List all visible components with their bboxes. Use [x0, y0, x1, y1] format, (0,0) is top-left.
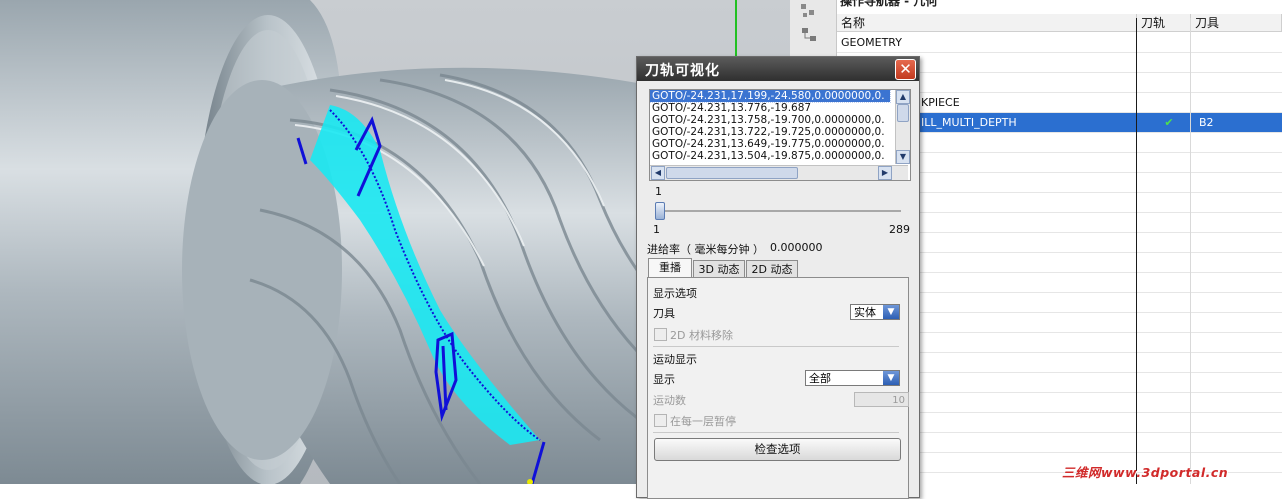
tab-replay[interactable]: 重播	[648, 258, 692, 278]
divider	[653, 346, 899, 347]
horizontal-scrollbar[interactable]: ◀ ▶	[650, 165, 908, 180]
motion-heading: 运动显示	[653, 353, 697, 366]
scroll-up-icon[interactable]: ▲	[896, 90, 910, 104]
slider-max: 289	[889, 223, 910, 236]
scroll-right-icon[interactable]: ▶	[878, 166, 892, 180]
watermark: 三维网www.3dportal.cn	[1062, 465, 1229, 480]
hierarchy-icon[interactable]	[798, 26, 820, 44]
row-name: GEOMETRY	[841, 36, 902, 49]
column-divider	[1190, 18, 1191, 484]
material-removal-label: 2D 材料移除	[670, 329, 733, 342]
row-tool: B2	[1199, 116, 1214, 129]
dialog-titlebar[interactable]: 刀轨可视化 ✕	[637, 57, 919, 81]
tab-2d-dynamic[interactable]: 2D 动态	[746, 260, 798, 278]
tool-label: 刀具	[653, 307, 675, 320]
scroll-thumb[interactable]	[666, 167, 798, 179]
tab-3d-dynamic[interactable]: 3D 动态	[693, 260, 745, 278]
goto-listbox[interactable]: GOTO/-24.231,17.199,-24.580,0.0000000,0.…	[649, 89, 911, 181]
close-icon[interactable]: ✕	[895, 59, 916, 80]
feed-rate-value: 0.000000	[770, 241, 823, 254]
pause-each-layer-checkbox[interactable]	[654, 414, 667, 427]
column-header-name[interactable]: 名称	[837, 14, 1137, 32]
list-item[interactable]: GOTO/-24.231,13.758,-19.700,0.0000000,0.	[650, 114, 890, 126]
toolpath-visualization-dialog: 刀轨可视化 ✕ GOTO/-24.231,17.199,-24.580,0.00…	[636, 56, 920, 499]
row-name: ILL_MULTI_DEPTH	[921, 116, 1017, 129]
slider-min: 1	[653, 223, 660, 236]
scroll-thumb[interactable]	[897, 104, 909, 122]
divider	[653, 432, 899, 433]
pause-each-layer-label: 在每一层暂停	[670, 415, 736, 428]
check-options-button[interactable]: 检查选项	[654, 438, 901, 461]
table-row[interactable]: GEOMETRY	[837, 33, 1282, 53]
list-item[interactable]: GOTO/-24.231,13.504,-19.875,0.0000000,0.	[650, 150, 890, 162]
column-divider	[1136, 18, 1137, 484]
navigator-title: 操作导航器 - 几何	[840, 0, 938, 8]
slider-current-value: 1	[655, 185, 662, 198]
tool-display-value: 实体	[854, 306, 876, 319]
material-removal-checkbox[interactable]	[654, 328, 667, 341]
step-slider[interactable]	[655, 202, 665, 220]
display-select[interactable]: 全部 ▼	[805, 370, 900, 386]
dialog-title: 刀轨可视化	[645, 63, 720, 79]
list-item[interactable]: GOTO/-24.231,13.776,-19.687	[650, 102, 890, 114]
display-options-heading: 显示选项	[653, 287, 697, 300]
slider-track[interactable]	[655, 210, 901, 212]
grid-icon[interactable]	[798, 2, 820, 20]
display-value: 全部	[809, 372, 831, 385]
replay-panel: 显示选项 刀具 实体 ▼ 2D 材料移除 运动显示 显示 全部 ▼ 运动数 10…	[647, 277, 909, 499]
toolpath-check-icon: ✔	[1164, 116, 1174, 129]
scroll-down-icon[interactable]: ▼	[896, 150, 910, 164]
list-item[interactable]: GOTO/-24.231,17.199,-24.580,0.0000000,0.	[650, 90, 891, 103]
list-item[interactable]: GOTO/-24.231,13.649,-19.775,0.0000000,0.	[650, 138, 890, 150]
motion-count-field[interactable]: 10	[854, 392, 909, 407]
display-label: 显示	[653, 373, 675, 386]
chevron-down-icon: ▼	[883, 305, 899, 319]
motion-count-label: 运动数	[653, 394, 686, 407]
vertical-scrollbar[interactable]: ▲ ▼	[895, 90, 910, 164]
chevron-down-icon: ▼	[883, 371, 899, 385]
row-name: KPIECE	[921, 96, 960, 109]
scroll-left-icon[interactable]: ◀	[651, 166, 665, 180]
tool-display-select[interactable]: 实体 ▼	[850, 304, 900, 320]
column-header-path[interactable]: 刀轨	[1137, 14, 1191, 32]
list-item[interactable]: GOTO/-24.231,13.722,-19.725,0.0000000,0.	[650, 126, 890, 138]
column-header-tool[interactable]: 刀具	[1191, 14, 1282, 32]
feed-rate-label: 进给率（ 毫米每分钟 ）	[647, 243, 764, 256]
